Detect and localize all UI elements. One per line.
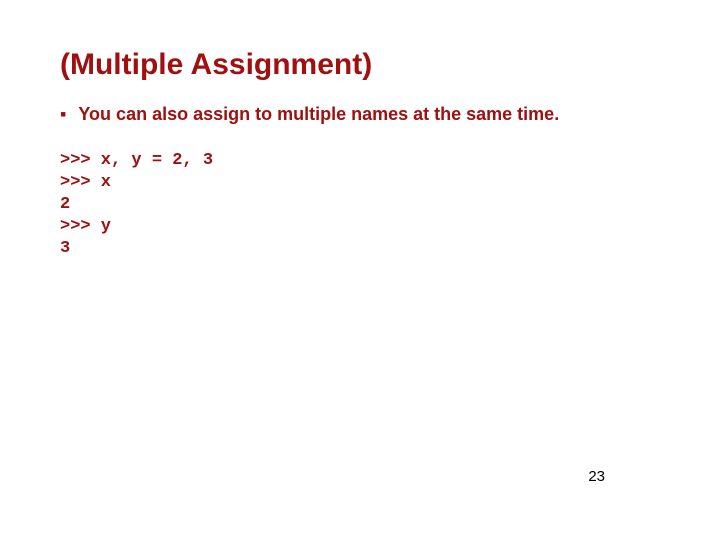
page-number: 23 <box>588 468 605 485</box>
code-block: >>> x, y = 2, 3 >>> x 2 >>> y 3 <box>60 150 213 260</box>
slide: (Multiple Assignment) ▪ You can also ass… <box>0 0 720 540</box>
bullet-marker-icon: ▪ <box>60 102 66 126</box>
bullet-text: You can also assign to multiple names at… <box>78 102 559 126</box>
slide-title: (Multiple Assignment) <box>60 48 372 82</box>
bullet-item: ▪ You can also assign to multiple names … <box>60 102 559 126</box>
